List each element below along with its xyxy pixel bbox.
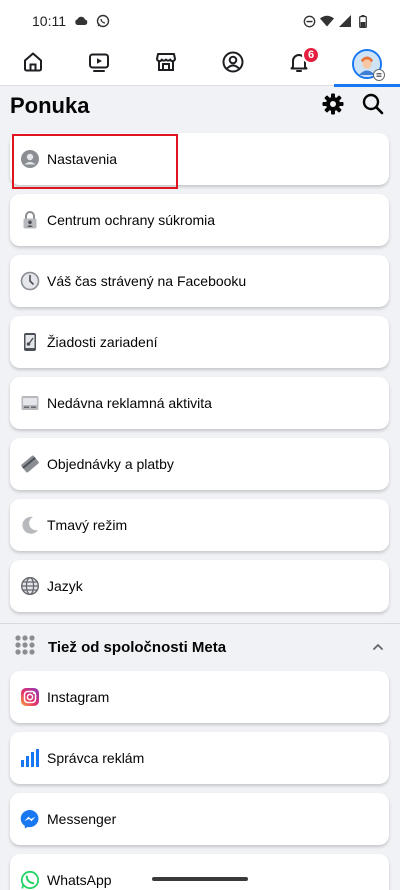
- tab-notifications[interactable]: 6: [266, 42, 332, 86]
- meta-item-label: Instagram: [47, 689, 110, 705]
- menu-item-orders-payments[interactable]: Objednávky a platby: [10, 438, 389, 490]
- tab-home[interactable]: [0, 42, 66, 86]
- meta-item-whatsapp[interactable]: WhatsApp: [10, 854, 389, 890]
- gesture-home-bar[interactable]: [152, 877, 248, 881]
- avatar-icon: [352, 49, 385, 81]
- notification-badge: 6: [302, 46, 320, 64]
- globe-icon: [20, 576, 40, 596]
- home-icon: [21, 50, 45, 79]
- signal-icon: [338, 14, 352, 28]
- menu-item-settings[interactable]: Nastavenia: [10, 133, 389, 185]
- privacy-lock-icon: [20, 210, 40, 230]
- tab-video[interactable]: [66, 42, 132, 86]
- menu-item-label: Nedávna reklamná aktivita: [47, 395, 212, 411]
- payment-card-icon: [20, 454, 40, 474]
- ads-manager-icon: [20, 748, 40, 768]
- menu-item-label: Tmavý režim: [47, 517, 128, 533]
- tab-profile[interactable]: [200, 42, 266, 86]
- menu-item-label: Objednávky a platby: [47, 456, 174, 472]
- menu-item-privacy-center[interactable]: Centrum ochrany súkromia: [10, 194, 389, 246]
- meta-item-label: Správca reklám: [47, 750, 145, 766]
- search-icon[interactable]: [362, 93, 384, 120]
- menu-header: Ponuka: [0, 86, 400, 126]
- whatsapp-notification-icon: [96, 14, 110, 28]
- instagram-icon: [20, 687, 40, 707]
- meta-section-header[interactable]: Tiež od spoločnosti Meta: [0, 630, 400, 664]
- meta-item-messenger[interactable]: Messenger: [10, 793, 389, 845]
- meta-item-instagram[interactable]: Instagram: [10, 671, 389, 723]
- ad-activity-icon: [20, 393, 40, 413]
- top-nav-bar: 6: [0, 42, 400, 87]
- profile-icon: [221, 50, 245, 79]
- marketplace-icon: [154, 50, 178, 79]
- page-title: Ponuka: [10, 93, 90, 118]
- wifi-icon: [320, 14, 334, 28]
- messenger-icon: [20, 809, 40, 829]
- menu-item-label: Žiadosti zariadení: [47, 334, 158, 350]
- device-request-icon: [20, 332, 40, 352]
- meta-item-label: WhatsApp: [47, 872, 112, 888]
- meta-item-label: Messenger: [47, 811, 117, 827]
- moon-icon: [20, 515, 40, 535]
- video-icon: [87, 50, 111, 79]
- status-time: 10:11: [32, 13, 66, 29]
- menu-item-recent-ad-activity[interactable]: Nedávna reklamná aktivita: [10, 377, 389, 429]
- menu-item-device-requests[interactable]: Žiadosti zariadení: [10, 316, 389, 368]
- do-not-disturb-icon: [302, 14, 316, 28]
- meta-item-ads-manager[interactable]: Správca reklám: [10, 732, 389, 784]
- menu-item-label: Centrum ochrany súkromia: [47, 212, 216, 228]
- tab-marketplace[interactable]: [133, 42, 199, 86]
- settings-gear-icon[interactable]: [322, 93, 344, 120]
- whatsapp-icon: [20, 870, 40, 890]
- user-settings-icon: [20, 149, 40, 169]
- menu-item-label: Váš čas strávený na Facebooku: [47, 273, 247, 289]
- status-bar: 10:11: [0, 0, 400, 42]
- menu-item-language[interactable]: Jazyk: [10, 560, 389, 612]
- menu-item-dark-mode[interactable]: Tmavý režim: [10, 499, 389, 551]
- apps-grid-icon: [14, 634, 36, 661]
- menu-item-label: Jazyk: [47, 578, 83, 594]
- section-divider: [0, 623, 400, 624]
- menu-item-label: Nastavenia: [47, 151, 118, 167]
- clock-icon: [20, 271, 40, 291]
- chevron-up-icon[interactable]: [372, 638, 384, 656]
- meta-section-title: Tiež od spoločnosti Meta: [48, 638, 227, 656]
- menu-item-time-on-facebook[interactable]: Váš čas strávený na Facebooku: [10, 255, 389, 307]
- battery-icon: [356, 14, 370, 28]
- cloud-icon: [74, 14, 88, 28]
- tab-menu[interactable]: [334, 42, 400, 87]
